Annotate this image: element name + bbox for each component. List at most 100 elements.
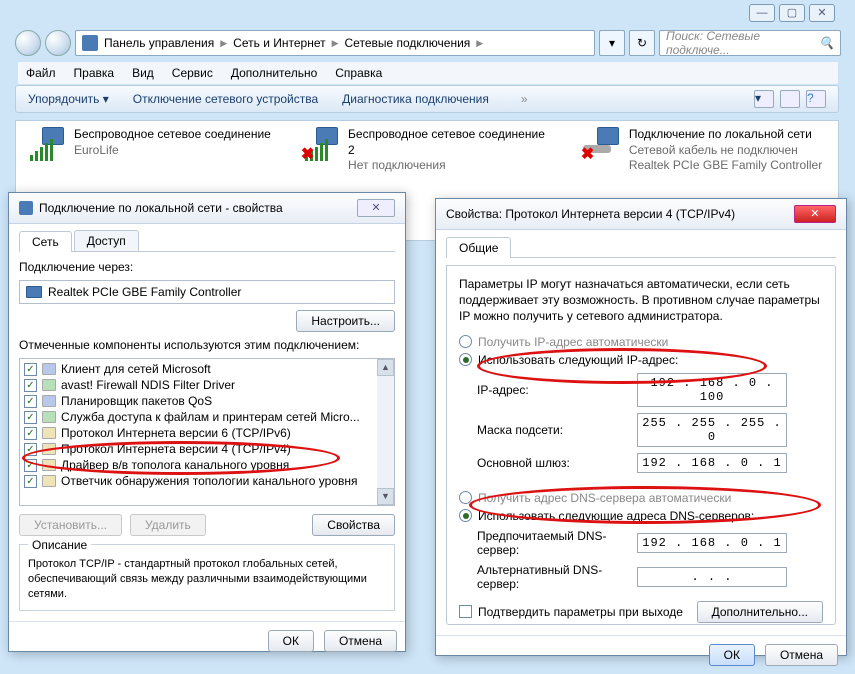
component-item[interactable]: ✓Служба доступа к файлам и принтерам сет…: [22, 409, 392, 425]
components-list[interactable]: ✓Клиент для сетей Microsoft ✓avast! Fire…: [19, 358, 395, 506]
nav-back[interactable]: [15, 30, 41, 56]
breadcrumb-icon: [82, 35, 98, 51]
tab-access[interactable]: Доступ: [74, 230, 139, 251]
search-icon: 🔍: [819, 36, 834, 50]
connection-item[interactable]: ✖ Подключение по локальной сети Сетевой …: [581, 127, 822, 174]
breadcrumb-1: Панель управления: [104, 36, 214, 50]
component-item-ipv4[interactable]: ✓Протокол Интернета версии 4 (TCP/IPv4): [22, 441, 392, 457]
radio-auto-ip[interactable]: Получить IP-адрес автоматически: [459, 335, 823, 349]
cancel-button[interactable]: Отмена: [765, 644, 838, 666]
radio-static-dns[interactable]: Использовать следующие адреса DNS-сервер…: [459, 509, 823, 523]
menu-tools[interactable]: Сервис: [172, 66, 213, 80]
breadcrumb[interactable]: Панель управления ▶ Сеть и Интернет ▶ Се…: [75, 30, 595, 56]
menubar: Файл Правка Вид Сервис Дополнительно Спр…: [18, 62, 838, 84]
tab-network[interactable]: Сеть: [19, 231, 72, 252]
dialog-connection-properties: Подключение по локальной сети - свойства…: [8, 192, 406, 652]
chevron-right-icon: ▶: [220, 38, 227, 49]
conn-sub: EuroLife: [74, 143, 271, 159]
remove-button[interactable]: Удалить: [130, 514, 206, 536]
help-button[interactable]: ?: [806, 90, 826, 108]
checkbox-icon[interactable]: ✓: [24, 363, 37, 376]
wifi-icon: [26, 127, 66, 163]
label-connect-via: Подключение через:: [19, 260, 395, 274]
component-item[interactable]: ✓Протокол Интернета версии 6 (TCP/IPv6): [22, 425, 392, 441]
cmd-organize[interactable]: Упорядочить ▾: [28, 92, 109, 106]
menu-edit[interactable]: Правка: [74, 66, 115, 80]
component-item[interactable]: ✓Ответчик обнаружения топологии канально…: [22, 473, 392, 489]
component-item[interactable]: ✓Драйвер в/в тополога канального уровня: [22, 457, 392, 473]
conn-title: Беспроводное сетевое соединение 2: [348, 127, 551, 158]
confirm-on-exit[interactable]: ✓ Подтвердить параметры при выходе Допол…: [459, 601, 823, 623]
checkbox-icon[interactable]: ✓: [24, 411, 37, 424]
search-input[interactable]: Поиск: Сетевые подключе... 🔍: [659, 30, 841, 56]
cmd-disable[interactable]: Отключение сетевого устройства: [133, 92, 318, 106]
cancel-button[interactable]: Отмена: [324, 630, 397, 652]
label-components: Отмеченные компоненты используются этим …: [19, 338, 395, 352]
adapter-name: Realtek PCIe GBE Family Controller: [48, 285, 241, 299]
checkbox-icon[interactable]: ✓: [24, 443, 37, 456]
breadcrumb-3: Сетевые подключения: [345, 36, 471, 50]
lan-disconnected-icon: ✖: [581, 127, 621, 163]
checkbox-icon[interactable]: ✓: [24, 475, 37, 488]
checkbox-icon[interactable]: ✓: [24, 395, 37, 408]
install-button[interactable]: Установить...: [19, 514, 122, 536]
checkbox-icon[interactable]: ✓: [24, 379, 37, 392]
breadcrumb-2: Сеть и Интернет: [233, 36, 325, 50]
chevron-right-icon[interactable]: »: [521, 92, 528, 106]
tab-general[interactable]: Общие: [446, 237, 511, 258]
scroll-up-icon[interactable]: ▲: [377, 359, 394, 376]
intro-text: Параметры IP могут назначаться автоматич…: [459, 276, 823, 325]
advanced-button[interactable]: Дополнительно...: [697, 601, 823, 623]
component-properties-button[interactable]: Свойства: [312, 514, 395, 536]
connection-item[interactable]: ✖ Беспроводное сетевое соединение 2 Нет …: [301, 127, 551, 174]
ok-button[interactable]: ОК: [709, 644, 755, 666]
window-maximize[interactable]: ▢: [779, 4, 805, 22]
dialog-title: Подключение по локальной сети - свойства: [39, 201, 283, 215]
radio-static-ip[interactable]: Использовать следующий IP-адрес:: [459, 353, 823, 367]
mask-input[interactable]: 255 . 255 . 255 . 0: [637, 413, 787, 447]
preview-pane-toggle[interactable]: [780, 90, 800, 108]
checkbox-icon[interactable]: ✓: [459, 605, 472, 618]
menu-file[interactable]: Файл: [26, 66, 56, 80]
menu-view[interactable]: Вид: [132, 66, 154, 80]
radio-auto-dns: Получить адрес DNS-сервера автоматически: [459, 491, 823, 505]
close-button[interactable]: ✕: [794, 205, 836, 223]
chevron-right-icon: ▶: [476, 38, 483, 49]
menu-help[interactable]: Справка: [335, 66, 382, 80]
nic-icon: [26, 286, 42, 298]
ip-input[interactable]: 192 . 168 . 0 . 100: [637, 373, 787, 407]
configure-button[interactable]: Настроить...: [296, 310, 395, 332]
description-text: Протокол TCP/IP - стандартный протокол г…: [28, 557, 386, 602]
component-item[interactable]: ✓avast! Firewall NDIS Filter Driver: [22, 377, 392, 393]
conn-title: Беспроводное сетевое соединение: [74, 127, 271, 143]
command-bar: Упорядочить ▾ Отключение сетевого устрой…: [15, 85, 839, 113]
window-close[interactable]: ✕: [809, 4, 835, 22]
window-minimize[interactable]: —: [749, 4, 775, 22]
search-placeholder: Поиск: Сетевые подключе...: [666, 29, 819, 57]
label-dns2: Альтернативный DNS-сервер:: [477, 563, 637, 591]
scrollbar[interactable]: ▲ ▼: [377, 359, 394, 505]
connection-item[interactable]: Беспроводное сетевое соединение EuroLife: [26, 127, 271, 174]
menu-extra[interactable]: Дополнительно: [231, 66, 317, 80]
scroll-down-icon[interactable]: ▼: [377, 488, 394, 505]
ok-button[interactable]: ОК: [268, 630, 314, 652]
component-item[interactable]: ✓Клиент для сетей Microsoft: [22, 361, 392, 377]
view-options[interactable]: ▾: [754, 90, 774, 108]
component-item[interactable]: ✓Планировщик пакетов QoS: [22, 393, 392, 409]
nav-forward[interactable]: [45, 30, 71, 56]
gateway-input[interactable]: 192 . 168 . 0 . 1: [637, 453, 787, 473]
label-dns1: Предпочитаемый DNS-сервер:: [477, 529, 637, 557]
breadcrumb-dropdown[interactable]: ▾: [599, 30, 625, 56]
label-mask: Маска подсети:: [477, 423, 637, 437]
close-button[interactable]: ✕: [357, 199, 395, 217]
group-title-desc: Описание: [28, 538, 91, 552]
wifi-disconnected-icon: ✖: [301, 127, 340, 163]
dns2-input[interactable]: . . .: [637, 567, 787, 587]
dns1-input[interactable]: 192 . 168 . 0 . 1: [637, 533, 787, 553]
dialog-ipv4-properties: Свойства: Протокол Интернета версии 4 (T…: [435, 198, 847, 656]
cmd-diagnose[interactable]: Диагностика подключения: [342, 92, 489, 106]
checkbox-icon[interactable]: ✓: [24, 459, 37, 472]
checkbox-icon[interactable]: ✓: [24, 427, 37, 440]
refresh-button[interactable]: ↻: [629, 30, 655, 56]
dialog-title: Свойства: Протокол Интернета версии 4 (T…: [446, 207, 735, 221]
